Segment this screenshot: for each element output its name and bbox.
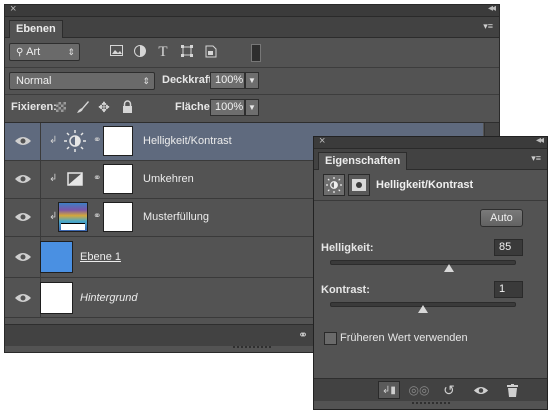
adjustment-tab-button[interactable] [323,174,345,196]
clip-to-layer-icon[interactable]: ↲▮ [378,381,400,399]
lock-label: Fixieren: [11,101,57,113]
filter-type-label: Art [26,46,41,58]
layer-mask-thumbnail[interactable] [103,126,133,156]
properties-header: Helligkeit/Kontrast [314,170,547,201]
panel-menu-icon[interactable]: ▾≡ [483,21,493,32]
eye-icon[interactable] [14,292,32,304]
opacity-dropdown-button[interactable]: ▼ [245,72,259,89]
auto-button[interactable]: Auto [480,209,523,227]
layers-tabbar: Ebenen ▾≡ [5,17,499,38]
visibility-eye-icon[interactable] [470,381,492,399]
link-chain-icon[interactable]: ⚭ [93,211,101,222]
divider [40,199,41,236]
layer-name: Helligkeit/Kontrast [143,135,232,147]
type-filter-icon[interactable]: T [156,45,170,60]
pixel-filter-icon[interactable] [109,45,123,59]
fill-input[interactable]: 100% [210,99,245,116]
tab-eigenschaften[interactable]: Eigenschaften [318,152,408,170]
resize-grip[interactable] [232,345,272,349]
updown-icon: ⇕ [142,76,150,86]
clipping-arrow-icon: ↲ [49,135,58,146]
divider [40,161,41,198]
blend-row: Normal ⇕ Deckkraft: 100% ▼ [5,67,499,95]
legacy-label: Früheren Wert verwenden [340,332,468,344]
layers-titlebar: × ◂◂ [5,2,499,17]
brightness-label: Helligkeit: [321,242,374,254]
clipping-arrow-icon: ↲ [49,211,58,222]
contrast-slider-knob[interactable] [418,305,428,313]
layer-thumbnail[interactable] [40,282,73,314]
lock-transparency-icon[interactable] [56,102,66,112]
updown-icon: ⇕ [67,47,75,57]
layer-name: Musterfüllung [143,211,210,223]
filter-toggle-switch[interactable] [251,44,261,62]
brightness-contrast-icon [64,130,86,152]
collapse-icon[interactable]: ◂◂ [536,134,544,147]
lock-position-icon[interactable]: ✥ [97,100,111,114]
mask-icon [352,179,366,191]
eye-icon[interactable] [14,211,32,223]
divider [40,123,41,160]
properties-tabbar: Eigenschaften ▾≡ [314,149,547,170]
layer-name: Ebene 1 [80,251,121,263]
brightness-input[interactable]: 85 [494,239,523,256]
properties-titlebar: × ◂◂ [314,134,547,149]
clipping-arrow-icon: ↲ [49,173,58,184]
fill-indicator [61,223,85,230]
trash-icon[interactable] [501,381,523,399]
mask-tab-button[interactable] [348,174,370,196]
properties-panel: × ◂◂ Eigenschaften ▾≡ Helligkeit/Kontras… [313,134,548,410]
eye-icon[interactable] [14,173,32,185]
blend-mode-value: Normal [16,75,52,87]
adjustment-title: Helligkeit/Kontrast [376,179,474,191]
legacy-checkbox[interactable] [324,332,337,345]
opacity-input[interactable]: 100% [210,72,245,89]
search-icon: ⚲ [16,47,27,58]
lock-pixels-icon[interactable] [76,100,90,114]
layer-name: Umkehren [143,173,194,185]
link-layers-icon[interactable]: ⚭ [292,326,314,344]
reset-icon[interactable]: ↺ [438,381,460,399]
invert-icon [67,172,83,186]
brightness-slider-track[interactable] [330,260,516,265]
link-chain-icon[interactable]: ⚭ [93,135,101,146]
filter-type-dropdown[interactable]: ⚲ Art ⇕ [9,43,80,61]
close-icon[interactable]: × [319,135,325,148]
layer-thumbnail[interactable] [40,241,73,273]
properties-footer: ↲▮ ◎◎ ↺ [314,378,547,401]
brightness-contrast-icon [326,177,342,193]
resize-grip[interactable] [410,401,451,405]
eye-icon[interactable] [14,251,32,263]
link-chain-icon[interactable]: ⚭ [93,173,101,184]
view-previous-state-icon[interactable]: ◎◎ [408,381,430,399]
smart-object-filter-icon[interactable] [204,45,218,59]
brightness-slider-knob[interactable] [444,264,455,272]
lock-all-icon[interactable] [120,100,134,114]
shape-filter-icon[interactable] [180,45,194,59]
fill-label: Fläche: [175,101,214,113]
opacity-label: Deckkraft: [162,74,216,86]
layer-mask-thumbnail[interactable] [103,164,133,194]
pattern-fill-thumbnail[interactable] [58,202,88,232]
contrast-input[interactable]: 1 [494,281,523,298]
adjustment-filter-icon[interactable] [133,45,147,59]
collapse-icon[interactable]: ◂◂ [488,2,496,15]
eye-icon[interactable] [14,135,32,147]
filter-row: ⚲ Art ⇕ T [5,38,499,67]
layer-name: Hintergrund [80,292,138,304]
blend-mode-dropdown[interactable]: Normal ⇕ [9,72,155,90]
contrast-label: Kontrast: [321,284,370,296]
panel-menu-icon[interactable]: ▾≡ [531,153,541,164]
fill-dropdown-button[interactable]: ▼ [245,99,259,116]
close-icon[interactable]: × [10,3,16,16]
tab-ebenen[interactable]: Ebenen [9,20,63,38]
lock-row: Fixieren: ✥ Fläche: 100% ▼ [5,94,499,122]
layer-mask-thumbnail[interactable] [103,202,133,232]
